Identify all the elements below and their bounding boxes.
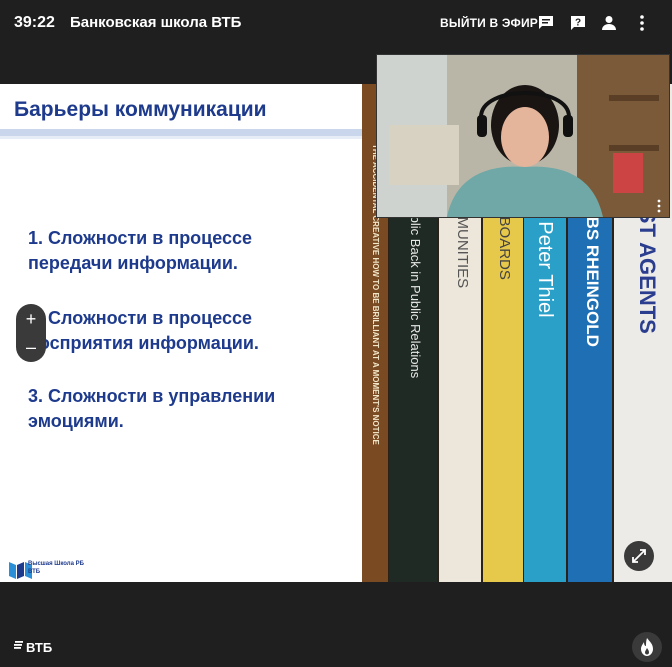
svg-text:?: ?	[575, 18, 581, 29]
vtb-stripes-icon	[14, 641, 23, 649]
expand-button[interactable]	[624, 541, 654, 571]
point-line: передачи информации.	[28, 253, 238, 273]
expand-icon	[632, 549, 646, 563]
stream-title: Банковская школа ВТБ	[70, 14, 242, 31]
fire-button[interactable]	[632, 632, 662, 662]
slide-divider-light	[0, 136, 362, 139]
zoom-control: + –	[16, 304, 46, 362]
chat-icon[interactable]	[536, 13, 556, 33]
brand-label: ВТБ	[26, 640, 53, 655]
slide-point-1: 1. Сложности в процессе передачи информа…	[28, 226, 252, 276]
question-icon[interactable]: ?	[568, 13, 588, 33]
footer-bar: ВТБ	[0, 606, 672, 667]
presenter-camera	[376, 54, 670, 218]
slide-divider	[0, 129, 362, 136]
go-live-button[interactable]: ВЫЙТИ В ЭФИР	[440, 16, 538, 30]
point-line: 2. Сложности в процессе	[28, 308, 253, 328]
point-line: 1. Сложности в процессе	[28, 228, 253, 248]
zoom-out-button[interactable]: –	[16, 333, 46, 361]
presentation-slide: Барьеры коммуникации 1. Сложности в проц…	[0, 84, 362, 582]
presenter-video	[377, 55, 669, 217]
fire-icon	[641, 638, 653, 656]
point-line: восприятия информации.	[28, 333, 259, 353]
top-bar: 39:22 Банковская школа ВТБ ВЫЙТИ В ЭФИР …	[0, 0, 672, 46]
slide-point-3: 3. Сложности в управлении эмоциями.	[28, 384, 275, 434]
stream-timer: 39:22	[14, 14, 55, 31]
point-line: 3. Сложности в управлении	[28, 386, 276, 406]
more-vert-icon[interactable]	[632, 13, 652, 33]
school-logo-text: Высшая Школа РБ ВТБ	[28, 561, 84, 575]
slide-point-2: 2. Сложности в процессе восприятия инфор…	[28, 306, 259, 356]
zoom-in-button[interactable]: +	[16, 305, 46, 333]
point-line: эмоциями.	[28, 411, 124, 431]
person-icon[interactable]	[599, 13, 619, 33]
slide-title: Барьеры коммуникации	[14, 98, 267, 121]
